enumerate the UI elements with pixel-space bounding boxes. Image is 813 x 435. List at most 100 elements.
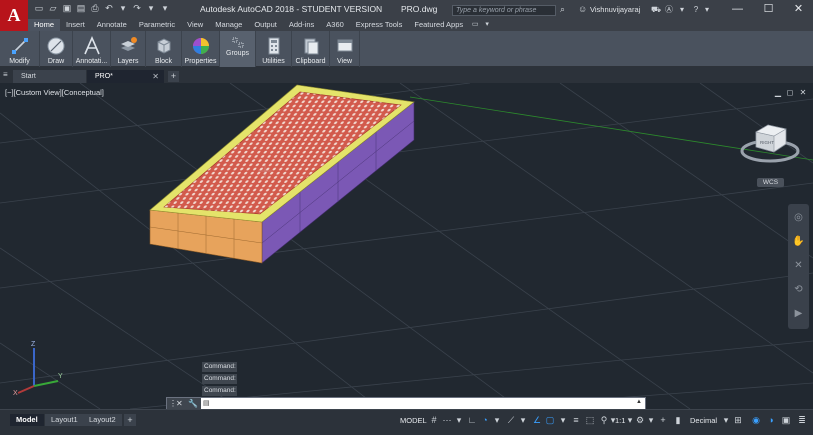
ribbon-group-modify[interactable]: Modify (0, 31, 40, 67)
redo-icon[interactable]: ↷ (132, 3, 142, 13)
ortho-icon[interactable]: ∟ (466, 414, 478, 427)
ribbon-group-properties[interactable]: Properties (182, 31, 220, 67)
ribbon-group-layers[interactable]: Layers (111, 31, 146, 67)
ribbon-group-utilities[interactable]: Utilities (256, 31, 292, 67)
grid-display-icon[interactable]: # (428, 414, 440, 427)
pan-icon[interactable]: ✋ (791, 234, 806, 249)
units-display[interactable]: Decimal (690, 414, 717, 427)
tab-featured-apps[interactable]: Featured Apps (408, 19, 469, 31)
undo-icon[interactable]: ↶ (104, 3, 114, 13)
svg-text:Z: Z (31, 341, 36, 348)
file-tab-label: Start (21, 73, 36, 80)
clean-screen-icon[interactable]: ▣ (780, 414, 792, 427)
layout-tab-layout1[interactable]: Layout1 (45, 414, 84, 426)
block-icon (153, 36, 175, 56)
showmotion-icon[interactable]: ▶ (791, 306, 806, 321)
tab-express-tools[interactable]: Express Tools (350, 19, 409, 31)
lineweight-icon[interactable]: ≡ (570, 414, 582, 427)
object-snap-icon[interactable]: ▢ (544, 414, 556, 427)
workspace-dropdown-icon[interactable]: ▾ (645, 414, 657, 427)
user-name[interactable]: Vishnuvijayaraj (590, 5, 640, 14)
close-command-line-icon[interactable]: ✕ (176, 398, 183, 409)
add-layout-button[interactable]: + (124, 414, 136, 426)
redo-dropdown-icon[interactable]: ▾ (146, 3, 156, 13)
tab-parametric[interactable]: Parametric (133, 19, 181, 31)
file-tab-pro[interactable]: PRO* ✕ (87, 70, 164, 83)
new-file-icon[interactable]: ▭ (34, 3, 44, 13)
command-input[interactable] (219, 399, 619, 408)
ribbon-group-clipboard[interactable]: Clipboard (292, 31, 330, 67)
model-space-toggle[interactable]: MODEL (397, 414, 430, 427)
tab-annotate[interactable]: Annotate (91, 19, 133, 31)
new-tab-button[interactable]: + (168, 71, 179, 82)
orbit-icon[interactable]: ⟲ (791, 282, 806, 297)
object-snap-dropdown-icon[interactable]: ▾ (557, 414, 569, 427)
close-tab-icon[interactable]: ✕ (152, 70, 159, 83)
units-dropdown-icon[interactable]: ▾ (720, 414, 732, 427)
file-tab-bar: ≡ Start PRO* ✕ + (0, 67, 813, 83)
user-icon[interactable]: ☺ (578, 4, 588, 15)
exchange-dropdown-icon[interactable]: ▾ (676, 4, 688, 16)
ribbon-group-draw[interactable]: Draw (40, 31, 73, 67)
print-icon[interactable]: ⎙ (90, 3, 100, 13)
close-button[interactable]: ✕ (782, 0, 813, 19)
steering-wheel-icon[interactable]: ◎ (791, 210, 806, 225)
save-icon[interactable]: ▣ (62, 3, 72, 13)
ribbon-group-groups[interactable]: Groups (220, 31, 256, 67)
viewport-restore-icon[interactable]: ◻ (786, 89, 794, 97)
tab-a360[interactable]: A360 (320, 19, 350, 31)
application-menu-button[interactable]: A (0, 0, 28, 34)
keyword-search-input[interactable]: Type a keyword or phrase (452, 5, 556, 16)
maximize-button[interactable]: ☐ (752, 0, 785, 19)
hardware-acceleration-icon[interactable]: ◑ (765, 414, 777, 427)
undo-dropdown-icon[interactable]: ▾ (118, 3, 128, 13)
viewport-close-icon[interactable]: ✕ (799, 89, 807, 97)
annotation-monitor-icon[interactable]: + (657, 414, 669, 427)
isodraft-icon[interactable]: ⟋ (505, 414, 517, 427)
minimize-button[interactable]: — (721, 0, 754, 19)
wcs-menu[interactable]: WCS (757, 178, 784, 187)
tab-view[interactable]: View (181, 19, 209, 31)
document-name: PRO.dwg (400, 4, 438, 14)
customization-icon[interactable]: ≣ (796, 414, 808, 427)
ribbon-group-view[interactable]: View (330, 31, 360, 67)
save-as-icon[interactable]: ▤ (76, 3, 86, 13)
app-store-icon[interactable]: ⛟ (650, 4, 662, 16)
command-history-line: Command: (202, 362, 237, 372)
object-snap-tracking-icon[interactable]: ∠ (531, 414, 543, 427)
ribbon-options-icon[interactable]: ▾ (481, 19, 493, 31)
layout-tab-model[interactable]: Model (10, 414, 44, 426)
tab-insert[interactable]: Insert (60, 19, 91, 31)
ribbon-group-annotation[interactable]: Annotati... (73, 31, 111, 67)
isodraft-dropdown-icon[interactable]: ▾ (517, 414, 529, 427)
quick-properties-icon[interactable]: ⊞ (732, 414, 744, 427)
ribbon-group-block[interactable]: Block (146, 31, 182, 67)
isolate-objects-icon[interactable]: ◉ (750, 414, 762, 427)
snap-mode-icon[interactable]: ⋯ (441, 414, 453, 427)
hamburger-icon[interactable]: ≡ (3, 70, 11, 80)
tab-manage[interactable]: Manage (209, 19, 248, 31)
command-history-toggle-icon[interactable]: ▲ (636, 399, 642, 405)
customize-wrench-icon[interactable]: 🔧 (188, 398, 198, 409)
autocad-logo-icon: A (7, 5, 21, 25)
command-prompt-icon[interactable]: ▤ (203, 399, 217, 408)
file-tab-start[interactable]: Start (13, 70, 86, 83)
open-file-icon[interactable]: ▱ (48, 3, 58, 13)
autodesk-account-icon[interactable]: Ⓐ (663, 4, 675, 16)
snap-dropdown-icon[interactable]: ▾ (453, 414, 465, 427)
ribbon-minimize-icon[interactable]: ▭ (469, 19, 481, 31)
polar-dropdown-icon[interactable]: ▾ (491, 414, 503, 427)
layout-tab-layout2[interactable]: Layout2 (83, 414, 122, 426)
viewport-minimize-icon[interactable]: ▁ (774, 89, 782, 97)
polar-tracking-icon[interactable]: ◔ (479, 414, 491, 427)
tab-home[interactable]: Home (28, 19, 61, 31)
search-binoculars-icon[interactable]: ⌕ (560, 4, 572, 16)
help-dropdown-icon[interactable]: ▾ (701, 4, 713, 16)
selection-cycling-icon[interactable]: ⬚ (584, 414, 596, 427)
zoom-extents-icon[interactable]: ✕ (791, 258, 806, 273)
drawing-viewport[interactable]: Z Y X RIGHT [−][Custom View][Conceptual]… (0, 83, 813, 409)
tab-output[interactable]: Output (248, 19, 283, 31)
qat-customize-icon[interactable]: ▾ (160, 3, 170, 13)
viewport-controls-label[interactable]: [−][Custom View][Conceptual] (5, 88, 104, 97)
tab-add-ins[interactable]: Add-ins (283, 19, 320, 31)
